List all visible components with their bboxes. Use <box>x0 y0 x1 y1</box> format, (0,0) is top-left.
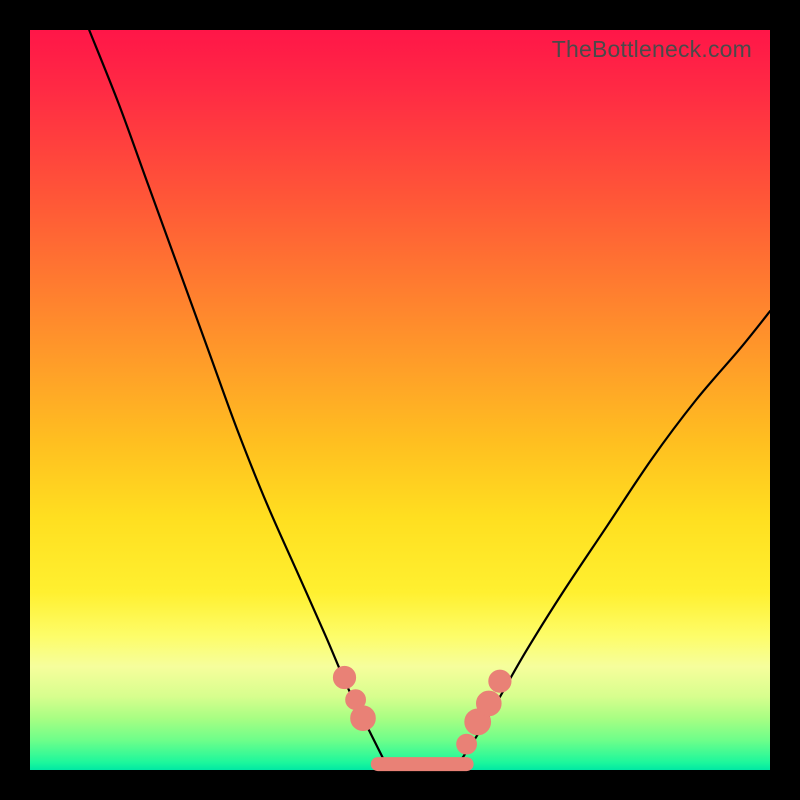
chart-svg <box>30 30 770 770</box>
marker-dot <box>333 666 355 688</box>
marker-dot <box>477 691 502 716</box>
marker-dot <box>351 706 376 731</box>
chart-frame: TheBottleneck.com <box>0 0 800 800</box>
marker-dot <box>489 670 511 692</box>
curve-left-branch <box>89 30 385 763</box>
curve-right-branch <box>459 311 770 762</box>
plot-area: TheBottleneck.com <box>30 30 770 770</box>
marker-dot <box>457 734 477 754</box>
marker-group <box>333 666 511 754</box>
